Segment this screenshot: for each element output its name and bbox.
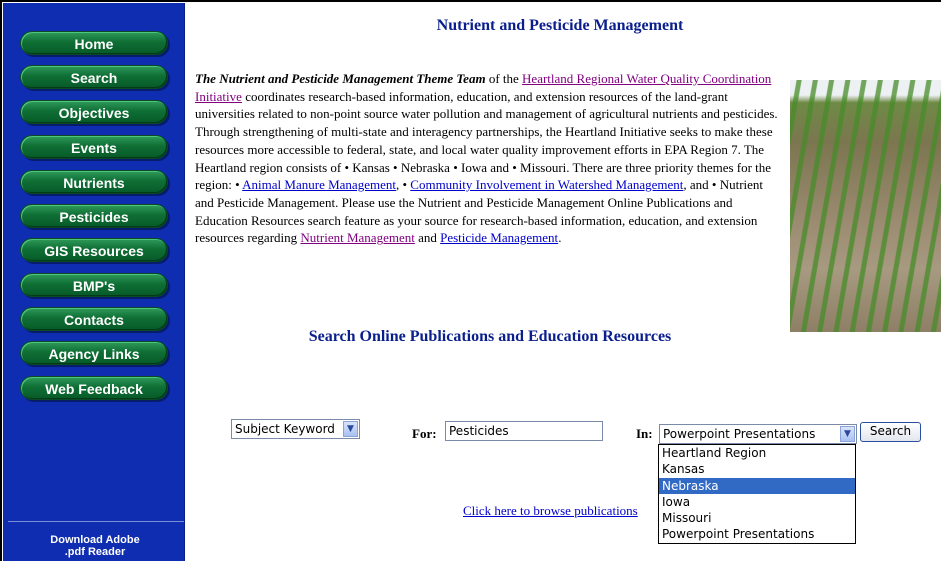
dropdown-option[interactable]: Missouri: [659, 510, 855, 526]
cornfield-photo: [790, 80, 941, 332]
download-adobe-reader-link[interactable]: Download Adobe .pdf Reader: [6, 534, 184, 558]
subject-keyword-select[interactable]: Subject Keyword ▼: [231, 419, 360, 439]
nav-web-feedback-button[interactable]: Web Feedback: [20, 376, 168, 400]
nav-events-button[interactable]: Events: [20, 135, 168, 159]
intro-text-3: , •: [395, 177, 411, 193]
download-line-2: .pdf Reader: [64, 546, 126, 558]
sidebar-divider: [8, 521, 184, 522]
nutrient-management-link[interactable]: Nutrient Management: [300, 230, 414, 245]
dropdown-option[interactable]: Heartland Region: [659, 445, 855, 461]
search-heading: Search Online Publications and Education…: [308, 328, 672, 345]
collection-select[interactable]: Powerpoint Presentations ▼: [659, 424, 857, 444]
nav-pesticides-button[interactable]: Pesticides: [20, 204, 168, 228]
download-line-1: Download Adobe: [50, 534, 140, 546]
nav-gis-resources-button[interactable]: GIS Resources: [20, 238, 168, 262]
nav-contacts-button[interactable]: Contacts: [20, 307, 168, 331]
animal-manure-link[interactable]: Animal Manure Management: [242, 177, 396, 192]
nav-bmps-button[interactable]: BMP's: [20, 273, 168, 297]
nav-nutrients-button[interactable]: Nutrients: [20, 170, 168, 194]
search-button[interactable]: Search: [860, 422, 921, 442]
intro-text-1: of the: [485, 71, 523, 86]
collection-dropdown-list: Heartland Region Kansas Nebraska Iowa Mi…: [658, 444, 856, 544]
community-involvement-link[interactable]: Community Involvement in Watershed Manag…: [410, 177, 683, 192]
sidebar-nav: Home Search Objectives Events Nutrients …: [3, 3, 185, 561]
for-label: For:: [412, 426, 437, 441]
nav-agency-links-button[interactable]: Agency Links: [20, 341, 168, 365]
collection-select-value: Powerpoint Presentations: [663, 427, 816, 441]
pesticide-management-link[interactable]: Pesticide Management: [440, 230, 558, 245]
nav-home-button[interactable]: Home: [20, 31, 168, 55]
dropdown-option[interactable]: Kansas: [659, 461, 855, 477]
dropdown-option[interactable]: Iowa: [659, 494, 855, 510]
subject-select-value: Subject Keyword: [235, 422, 335, 436]
browse-publications-link[interactable]: Click here to browse publications: [463, 503, 658, 519]
chevron-down-icon[interactable]: ▼: [343, 421, 358, 437]
dropdown-option-highlighted[interactable]: Nebraska: [659, 477, 855, 494]
page-title: Nutrient and Pesticide Management: [436, 17, 684, 34]
nav-objectives-button[interactable]: Objectives: [20, 100, 168, 124]
intro-lead: The Nutrient and Pesticide Management Th…: [195, 71, 486, 86]
intro-text-6: .: [558, 230, 562, 246]
dropdown-option[interactable]: Powerpoint Presentations: [659, 526, 855, 542]
chevron-down-icon[interactable]: ▼: [840, 426, 855, 442]
intro-paragraph: The Nutrient and Pesticide Management Th…: [195, 70, 785, 247]
nav-search-button[interactable]: Search: [20, 65, 168, 89]
intro-text-5: and: [414, 230, 441, 246]
search-term-input[interactable]: Pesticides: [445, 421, 603, 441]
in-label: In:: [636, 426, 653, 441]
